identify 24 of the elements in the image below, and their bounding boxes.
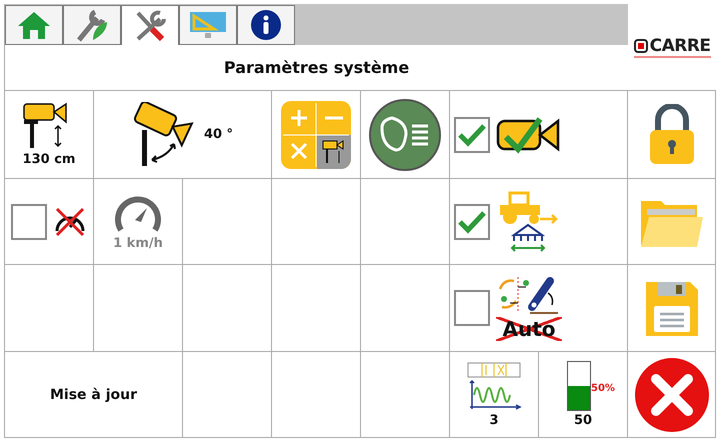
angle-value: 40 ° xyxy=(204,127,234,142)
checkbox[interactable] xyxy=(454,290,490,326)
valve-oscillation-icon xyxy=(466,361,522,411)
tank-value: 50 xyxy=(574,413,592,428)
monitor-ruler-icon xyxy=(188,10,228,40)
home-icon xyxy=(17,10,51,40)
padlock-icon xyxy=(648,104,696,166)
page-title: Paramètres système xyxy=(222,57,410,79)
calculator-camera-icon xyxy=(281,100,351,168)
brand-logo: CARRE xyxy=(634,36,711,58)
info-icon xyxy=(250,9,282,41)
checkbox[interactable] xyxy=(11,204,47,240)
headlight-icon xyxy=(368,98,442,172)
speed-value: 1 km/h xyxy=(113,236,163,251)
checkbox[interactable] xyxy=(454,204,490,240)
camera-check-icon xyxy=(496,114,562,154)
close-icon xyxy=(634,356,710,432)
oscillation-value: 3 xyxy=(489,413,499,428)
checkbox[interactable] xyxy=(454,116,490,152)
checkmark-icon xyxy=(457,122,487,146)
checkmark-icon xyxy=(457,210,487,234)
level-marker-label: 50% xyxy=(591,383,615,394)
tab[interactable] xyxy=(237,5,295,45)
height-value: 130 cm xyxy=(22,152,76,167)
